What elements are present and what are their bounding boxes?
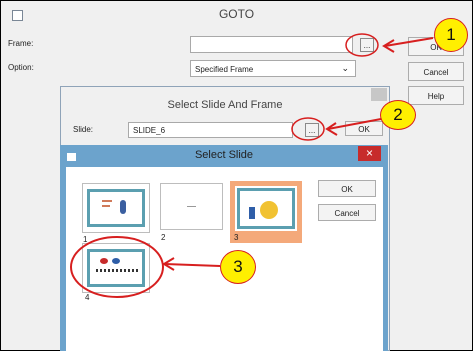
callout-number: 2 [380,100,416,130]
callout-arrow [325,118,382,136]
highlight-ellipse [291,117,325,141]
highlight-ellipse [345,33,379,57]
highlight-ellipse [70,236,164,298]
callout-number: 3 [220,250,256,284]
annotation-overlay [70,33,434,298]
callout-arrow [162,257,221,271]
callout-number: 1 [434,18,468,52]
callout-arrow [382,37,434,53]
